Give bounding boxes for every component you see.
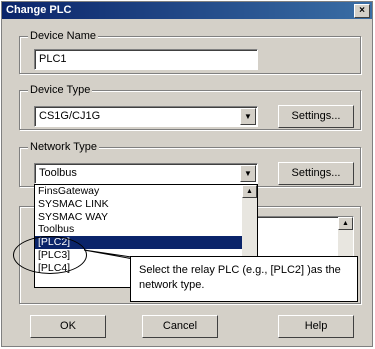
callout-box: Select the relay PLC (e.g., [PLC2] )as t… [130,256,358,302]
callout-text: Select the relay PLC (e.g., [PLC2] )as t… [139,264,341,291]
